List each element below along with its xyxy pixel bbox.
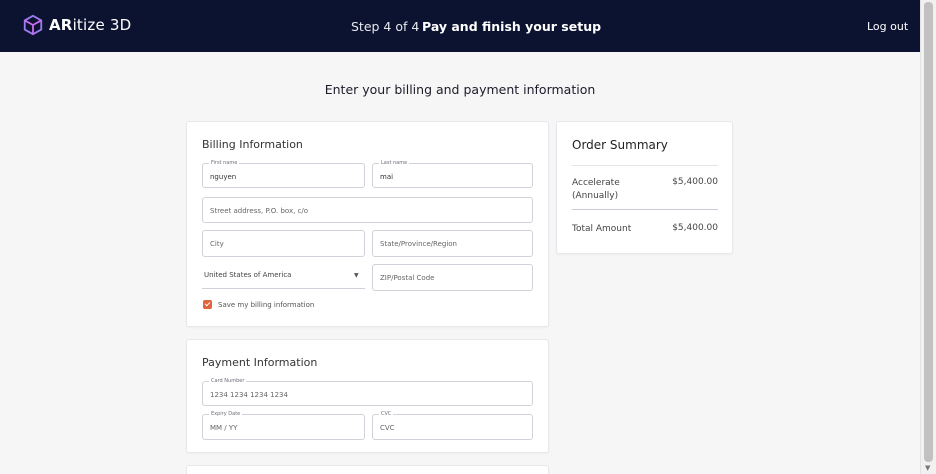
city-input[interactable]: City: [202, 230, 365, 257]
total-amount: $5,400.00: [672, 223, 718, 233]
payment-card: Payment Information Card Number 1234 123…: [186, 339, 549, 453]
payment-title: Payment Information: [202, 356, 318, 369]
logout-link[interactable]: Log out: [867, 20, 908, 33]
step-indicator: Step 4 of 4: [351, 19, 420, 34]
street-address-input[interactable]: Street address, P.O. box, c/o: [202, 197, 533, 223]
summary-divider: [572, 165, 718, 166]
total-divider: [572, 209, 718, 210]
first-name-field[interactable]: First name nguyen: [202, 159, 365, 188]
cvc-label: CVC: [379, 410, 394, 418]
plan-name: Accelerate (Annually): [572, 178, 620, 201]
country-value: United States of America: [204, 271, 292, 279]
order-summary-card: Order Summary Accelerate (Annually) $5,4…: [556, 121, 733, 254]
card-number-placeholder: 1234 1234 1234 1234: [210, 391, 288, 399]
card-number-label: Card Number: [209, 377, 247, 385]
street-address-placeholder: Street address, P.O. box, c/o: [210, 207, 309, 215]
chevron-down-icon: ▼: [354, 272, 359, 279]
brand-name: ARitize 3D: [49, 16, 132, 34]
city-placeholder: City: [210, 240, 224, 248]
zip-input[interactable]: ZIP/Postal Code: [372, 264, 533, 291]
next-card-edge: [186, 465, 549, 474]
expiry-date-field[interactable]: Expiry Date MM / YY: [202, 410, 365, 440]
brand-logo[interactable]: ARitize 3D: [22, 14, 131, 36]
plan-amount: $5,400.00: [672, 177, 718, 187]
cvc-field[interactable]: CVC CVC: [372, 410, 533, 440]
cube-logo-icon: [23, 14, 43, 36]
page-scrollbar[interactable]: ▼: [920, 0, 936, 474]
country-select[interactable]: United States of America ▼: [202, 262, 365, 289]
scrollbar-thumb[interactable]: [924, 2, 933, 462]
state-input[interactable]: State/Province/Region: [372, 230, 533, 257]
billing-title: Billing Information: [202, 138, 303, 151]
expiry-date-label: Expiry Date: [209, 410, 243, 418]
scroll-down-arrow-icon[interactable]: ▼: [925, 464, 930, 472]
last-name-value: mai: [380, 173, 394, 181]
first-name-value: nguyen: [210, 173, 237, 181]
top-bar: ARitize 3D Step 4 of 4 Pay and finish yo…: [0, 0, 920, 52]
last-name-label: Last name: [379, 159, 410, 167]
total-label: Total Amount: [572, 224, 632, 234]
expiry-date-placeholder: MM / YY: [210, 424, 238, 432]
zip-placeholder: ZIP/Postal Code: [380, 274, 435, 282]
page-step-title: Pay and finish your setup: [422, 19, 602, 34]
order-summary-title: Order Summary: [572, 138, 668, 152]
cvc-placeholder: CVC: [380, 424, 395, 432]
save-billing-checkbox[interactable]: [203, 300, 212, 309]
state-placeholder: State/Province/Region: [380, 240, 457, 248]
save-billing-label: Save my billing information: [218, 301, 315, 309]
card-number-field[interactable]: Card Number 1234 1234 1234 1234: [202, 377, 533, 406]
page-heading: Enter your billing and payment informati…: [324, 82, 596, 97]
last-name-field[interactable]: Last name mai: [372, 159, 533, 188]
billing-card: Billing Information First name nguyen La…: [186, 121, 549, 327]
first-name-label: First name: [209, 159, 240, 167]
